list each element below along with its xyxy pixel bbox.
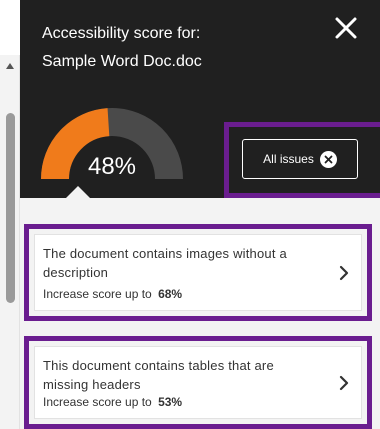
score-percent: 48% <box>87 153 137 180</box>
accessibility-panel: Accessibility score for: Sample Word Doc… <box>0 0 380 429</box>
issue-score-value: 68% <box>158 287 183 301</box>
panel-title: Accessibility score for: <box>42 25 201 42</box>
issue-score-prefix: Increase score up to <box>43 395 152 409</box>
score-header: Accessibility score for: Sample Word Doc… <box>20 0 380 198</box>
issue-card[interactable]: This document contains tables that are m… <box>34 346 362 419</box>
chevron-right-icon[interactable] <box>339 265 349 281</box>
issue-description: The document contains images without a d… <box>43 246 287 280</box>
issue-score: Increase score up to 53% <box>43 394 182 410</box>
close-button[interactable] <box>332 14 360 42</box>
score-pointer <box>66 186 90 198</box>
issues-list: The document contains images without a d… <box>20 198 380 429</box>
document-name: Sample Word Doc.doc <box>42 53 202 70</box>
scrollbar-thumb[interactable] <box>6 113 15 303</box>
issue-score: Increase score up to 68% <box>43 286 182 302</box>
close-icon <box>335 17 357 39</box>
scroll-up-arrow-icon[interactable] <box>6 63 14 69</box>
all-issues-label: All issues <box>263 152 314 166</box>
issue-score-value: 53% <box>158 395 183 409</box>
issue-item[interactable]: The document contains images without a d… <box>24 224 372 321</box>
chevron-right-icon[interactable] <box>339 375 349 391</box>
vertical-scrollbar[interactable] <box>0 55 20 429</box>
issue-description: This document contains tables that are m… <box>43 358 274 392</box>
clear-circle-icon <box>319 150 337 168</box>
issue-item[interactable]: This document contains tables that are m… <box>24 336 372 429</box>
issue-score-prefix: Increase score up to <box>43 287 152 301</box>
issue-card[interactable]: The document contains images without a d… <box>34 234 362 311</box>
score-gauge: 48% <box>40 105 184 183</box>
all-issues-button[interactable]: All issues <box>242 139 358 179</box>
